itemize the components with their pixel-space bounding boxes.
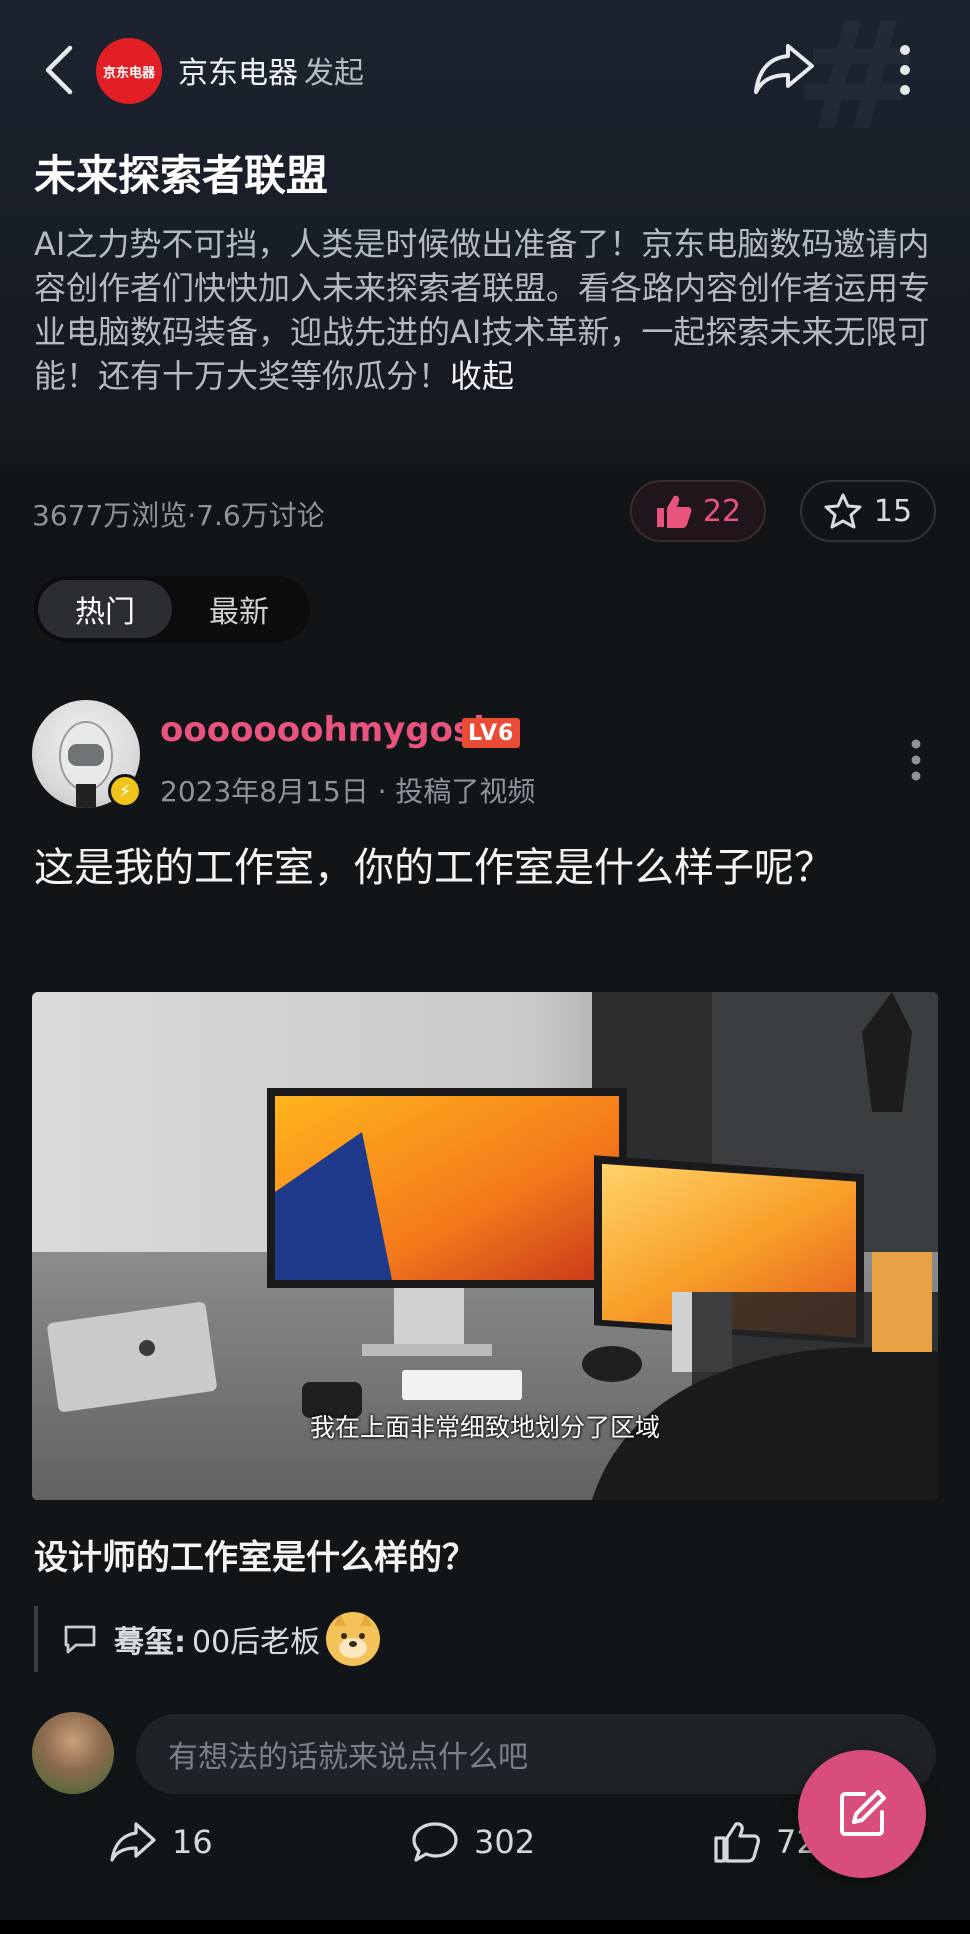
edit-icon — [840, 1790, 886, 1836]
author-username[interactable]: ooooooohmygosh — [160, 710, 497, 750]
share-button[interactable]: 16 — [108, 1820, 213, 1864]
share-icon — [110, 1822, 156, 1862]
brand-name[interactable]: 京东电器 发起 — [178, 48, 364, 92]
comment-icon — [64, 1625, 96, 1654]
video-player[interactable]: 我在上面非常细致地划分了区域 — [32, 992, 938, 1500]
brand-action: 发起 — [304, 56, 364, 91]
sort-tabs: 热门 最新 — [34, 576, 310, 642]
my-avatar[interactable] — [32, 1712, 114, 1794]
topic-like-button[interactable]: 22 — [630, 480, 766, 542]
video-title[interactable]: 设计师的工作室是什么样的？ — [34, 1530, 476, 1579]
topic-description: AI之力势不可挡，人类是时候做出准备了！京东电脑数码邀请内容创作者们快快加入未来… — [34, 225, 931, 395]
comment-icon — [412, 1822, 458, 1862]
back-icon[interactable] — [38, 40, 82, 100]
tab-latest[interactable]: 最新 — [172, 580, 306, 638]
more-icon[interactable] — [900, 736, 932, 784]
brand-logo[interactable]: 京东电器 — [96, 38, 162, 104]
comment-text: 00后老板 — [192, 1625, 321, 1660]
topic-favorite-button[interactable]: 15 — [800, 480, 936, 542]
bottom-system-bar — [0, 1920, 970, 1934]
star-icon — [824, 493, 862, 529]
topic-stats: 3677万浏览·7.6万讨论 — [32, 499, 325, 532]
level-badge: LV6 — [462, 718, 521, 748]
more-icon[interactable] — [890, 42, 920, 98]
lightning-icon: ⚡ — [108, 774, 142, 808]
post-meta: 2023年8月15日 · 投稿了视频 — [160, 770, 535, 810]
doge-emoji-icon — [326, 1612, 381, 1666]
compose-button[interactable] — [798, 1750, 926, 1878]
top-comment[interactable]: 蓦玺: 00后老板 — [34, 1606, 914, 1672]
post-date: 2023年8月15日 — [160, 775, 369, 808]
comment-button[interactable]: 302 — [410, 1820, 535, 1864]
share-icon[interactable] — [752, 38, 818, 98]
post-text: 这是我的工作室，你的工作室是什么样子呢？ — [34, 845, 834, 891]
video-subtitle: 我在上面非常细致地划分了区域 — [309, 1413, 660, 1442]
post-action: · 投稿了视频 — [377, 775, 536, 808]
thumbs-up-icon — [656, 495, 692, 528]
topic-title: 未来探索者联盟 — [34, 151, 329, 200]
thumbs-up-icon — [714, 1822, 760, 1863]
comment-author: 蓦玺: — [114, 1625, 186, 1660]
tab-hot[interactable]: 热门 — [38, 580, 172, 638]
collapse-link[interactable]: 收起 — [450, 357, 514, 395]
